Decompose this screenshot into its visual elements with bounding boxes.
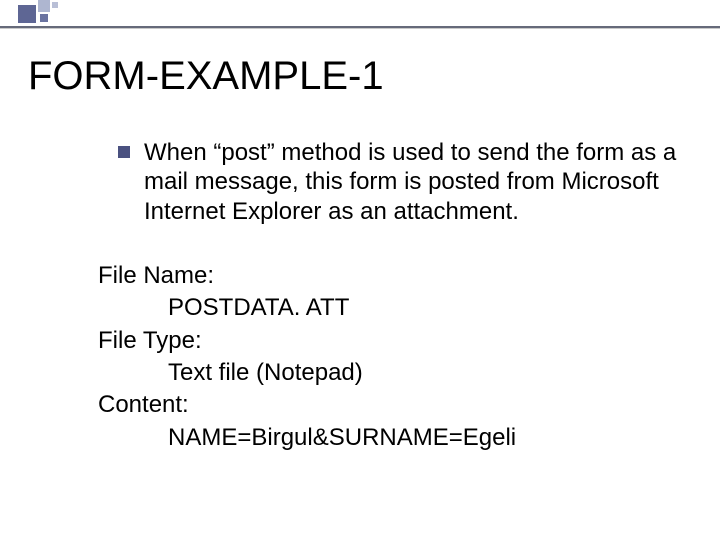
slide-title: FORM-EXAMPLE-1 [28, 54, 384, 99]
content-value: NAME=Birgul&SURNAME=Egeli [98, 422, 680, 454]
content-label: Content: [98, 389, 680, 421]
bullet-text: When “post” method is used to send the f… [144, 138, 680, 226]
decor-square-small-2 [52, 2, 58, 8]
square-bullet-icon [118, 146, 130, 158]
decor-rule-light [0, 28, 720, 29]
slide-header-decoration [0, 0, 720, 32]
slide-body: When “post” method is used to send the f… [118, 138, 680, 454]
decor-square-small-1 [40, 14, 48, 22]
definition-list: File Name: POSTDATA. ATT File Type: Text… [98, 260, 680, 454]
file-name-value: POSTDATA. ATT [98, 292, 680, 324]
file-type-value: Text file (Notepad) [98, 357, 680, 389]
file-name-label: File Name: [98, 260, 680, 292]
decor-square-large [18, 5, 36, 23]
decor-square-medium [38, 0, 50, 12]
bullet-item: When “post” method is used to send the f… [118, 138, 680, 226]
file-type-label: File Type: [98, 325, 680, 357]
